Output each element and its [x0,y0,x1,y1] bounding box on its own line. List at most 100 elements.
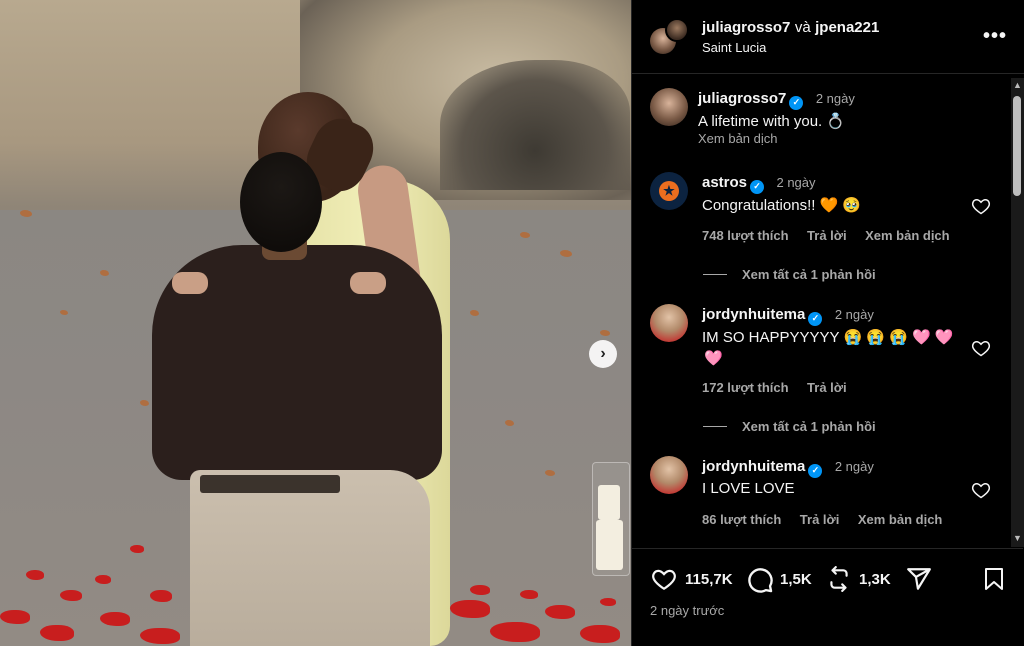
comment-2-view-replies[interactable]: Xem tất cả 1 phản hồi [742,419,876,434]
verified-icon: ✓ [789,95,804,110]
photo-cave [440,60,630,190]
comment-2-username[interactable]: jordynhuitema [702,306,805,323]
verified-icon: ✓ [808,311,823,326]
leaf [20,210,32,217]
comment-3-meta: 86 lượt thích Trả lời Xem bản dịch [702,511,942,529]
next-photo-button[interactable]: › [589,340,617,368]
like-heart-icon[interactable] [650,566,678,592]
comment-1-text: Congratulations!! 🧡 🥹 [702,197,862,214]
reply-divider [703,274,727,275]
rose-petal [0,610,30,624]
leaf [560,250,572,257]
comment-3-time[interactable]: 2 ngày [835,459,874,474]
header-usernames: juliagrosso7 và jpena221 [702,19,879,37]
rose-petal [95,575,111,584]
post-header [632,0,1024,74]
reposts-count[interactable]: 1,3K [859,571,891,588]
man-pants [190,470,430,646]
scrollbar-thumb[interactable] [1013,96,1021,196]
rose-petal [450,600,490,618]
share-send-icon[interactable] [905,566,933,592]
leaf [140,400,149,406]
comment-1-reply[interactable]: Trả lời [807,228,847,243]
candle [598,485,620,520]
astros-logo-icon: ★ [659,181,679,201]
more-horizontal-icon[interactable]: ••• [983,25,1007,48]
leaf [600,330,610,336]
caption-translate-link[interactable]: Xem bản dịch [698,131,778,146]
rose-petal [26,570,44,580]
actions-bar [631,548,1023,646]
avatar-jordynhuitema[interactable] [650,304,688,342]
comment-3-text: I LOVE LOVE [702,480,795,497]
comment-2-like-heart-icon[interactable] [971,338,991,358]
rose-petal [520,590,538,599]
comment-3-translate[interactable]: Xem bản dịch [858,512,943,527]
comment-1-view-replies[interactable]: Xem tất cả 1 phản hồi [742,267,876,282]
posted-time[interactable]: 2 ngày trước [650,603,724,618]
avatar-caption[interactable] [650,88,688,126]
reply-divider [703,426,727,427]
comment-2-text-line1: IM SO HAPPYYYYY 😭 😭 😭 🩷 🩷 [702,329,954,346]
man-head [240,152,322,252]
caption-header: juliagrosso7 ✓ 2 ngày [698,90,855,110]
header-conj: và [794,19,811,36]
caption-time[interactable]: 2 ngày [816,91,855,106]
rose-petal [130,545,144,553]
leaf [505,420,514,426]
comment-1-like-heart-icon[interactable] [971,196,991,216]
leaf [470,310,479,316]
repost-icon[interactable] [826,566,852,592]
man-belt [200,475,340,493]
header-user2[interactable]: jpena221 [815,19,879,36]
save-bookmark-icon[interactable] [982,566,1006,592]
comment-3-like-heart-icon[interactable] [971,480,991,500]
comment-1-username[interactable]: astros [702,174,747,191]
rose-petal [150,590,172,602]
rose-petal [470,585,490,595]
verified-icon: ✓ [750,179,765,194]
comments-count[interactable]: 1,5K [780,571,812,588]
woman-hand-left [172,272,208,294]
comment-3-likes[interactable]: 86 lượt thích [702,512,781,527]
comment-3-username[interactable]: jordynhuitema [702,458,805,475]
rose-petal [100,612,130,626]
leaf [100,270,109,276]
rose-petal [140,628,180,644]
rose-petal [600,598,616,606]
comment-1-likes[interactable]: 748 lượt thích [702,228,789,243]
chevron-right-icon: › [600,345,606,362]
verified-icon: ✓ [808,463,823,478]
header-location[interactable]: Saint Lucia [702,40,766,55]
leaf [545,470,555,476]
woman-hand-right [350,272,386,294]
likes-count[interactable]: 115,7K [685,571,733,588]
comment-2-header: jordynhuitema ✓ 2 ngày [702,306,874,326]
scroll-down-icon[interactable]: ▼ [1012,533,1023,544]
header-user1[interactable]: juliagrosso7 [702,19,790,36]
rose-petal [580,625,620,643]
comment-1-header: astros ✓ 2 ngày [702,174,816,194]
comment-3-reply[interactable]: Trả lời [800,512,840,527]
rose-petal [40,625,74,641]
comment-1-time[interactable]: 2 ngày [776,175,815,190]
comment-bubble-icon[interactable] [746,566,774,594]
leaf [60,310,68,315]
avatar-astros[interactable]: ★ [650,172,688,210]
post-viewer: › juliagrosso7 và jpena221 Saint Lucia •… [0,0,1024,646]
comment-1-meta: 748 lượt thích Trả lời Xem bản dịch [702,227,950,245]
scroll-up-icon[interactable]: ▲ [1012,80,1023,91]
comment-2-meta: 172 lượt thích Trả lời [702,379,847,397]
candle [596,520,623,570]
avatar-jordynhuitema[interactable] [650,456,688,494]
post-photo[interactable]: › [0,0,631,646]
leaf [520,232,530,238]
comment-1-translate[interactable]: Xem bản dịch [865,228,950,243]
avatar-jpena221[interactable] [665,18,689,42]
rose-petal [60,590,82,601]
caption-username[interactable]: juliagrosso7 [698,90,786,107]
comment-2-text-line2: 🩷 [704,350,723,367]
comment-2-reply[interactable]: Trả lời [807,380,847,395]
comment-2-time[interactable]: 2 ngày [835,307,874,322]
comment-2-likes[interactable]: 172 lượt thích [702,380,789,395]
